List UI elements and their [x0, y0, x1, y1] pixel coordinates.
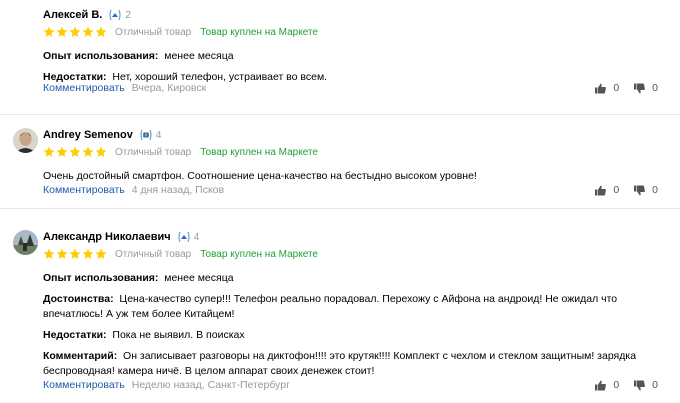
experience-row: Опыт использования: менее месяца	[43, 271, 653, 286]
review-meta: 4 дня назад, Псков	[131, 184, 225, 196]
bought-on-market-label: Товар куплен на Маркете	[200, 248, 318, 260]
like-count: 0	[613, 379, 620, 391]
dislike-button[interactable]: 0	[634, 184, 658, 196]
star-icon	[82, 248, 94, 260]
experience-row: Опыт использования: менее месяца	[43, 49, 653, 64]
experience-value: менее месяца	[164, 272, 234, 284]
pros-label: Достоинства:	[43, 293, 114, 305]
author-name[interactable]: Andrey Semenov	[43, 129, 133, 141]
like-button[interactable]: 0	[595, 82, 619, 94]
plus-badge-icon	[139, 129, 153, 141]
review-content: Алексей В. 2 Отличный товар Товар куплен…	[43, 8, 680, 85]
rating-text: Отличный товар	[115, 248, 192, 260]
like-count: 0	[613, 184, 620, 196]
votes: 0 0	[580, 184, 658, 196]
experience-value: менее месяца	[164, 50, 234, 62]
badge-count: 2	[125, 9, 131, 21]
review-content: Andrey Semenov 4 Отличный товар Товар ку…	[43, 128, 680, 184]
like-count: 0	[613, 82, 620, 94]
comment-label: Комментарий:	[43, 350, 118, 362]
rating-text: Отличный товар	[115, 26, 192, 38]
star-icon	[69, 248, 81, 260]
review-header: Александр Николаевич 4	[43, 230, 680, 244]
cons-value: Пока не выявил. В поисках	[112, 329, 245, 341]
dislike-count: 0	[652, 379, 658, 391]
experience-label: Опыт использования:	[43, 272, 159, 284]
review-divider	[0, 114, 680, 115]
avatar[interactable]	[13, 230, 38, 255]
like-button[interactable]: 0	[595, 379, 619, 391]
star-icon	[43, 26, 55, 38]
author-name[interactable]: Алексей В.	[43, 9, 102, 21]
dislike-count: 0	[652, 184, 658, 196]
badge-count: 4	[193, 231, 200, 243]
thumbs-down-icon	[634, 380, 646, 391]
star-rating	[43, 248, 108, 260]
star-icon	[82, 26, 94, 38]
thumbs-up-icon	[595, 185, 607, 196]
avatar[interactable]	[13, 128, 38, 153]
review-card: Алексей В. 2 Отличный товар Товар куплен…	[0, 0, 680, 116]
review-footer: Комментировать 4 дня назад, Псков 0 0	[43, 183, 680, 197]
bought-on-market-label: Товар куплен на Маркете	[200, 26, 318, 38]
star-icon	[95, 248, 107, 260]
star-icon	[43, 146, 55, 158]
rating-row: Отличный товар Товар куплен на Маркете	[43, 25, 680, 39]
review-content: Александр Николаевич 4 Отличный товар То…	[43, 230, 680, 379]
star-rating	[43, 26, 108, 38]
star-icon	[56, 248, 68, 260]
review-footer: Комментировать Неделю назад, Санкт-Петер…	[43, 378, 680, 392]
pros-row: Достоинства: Цена-качество супер!!! Теле…	[43, 292, 653, 322]
star-icon	[95, 26, 107, 38]
review-meta: Неделю назад, Санкт-Петербург	[131, 379, 290, 391]
like-button[interactable]: 0	[595, 184, 619, 196]
star-rating	[43, 146, 108, 158]
pros-value: Цена-качество супер!!! Телефон реально п…	[43, 293, 618, 320]
rating-row: Отличный товар Товар куплен на Маркете	[43, 247, 680, 261]
review-text: Очень достойный смартфон. Соотношение це…	[43, 170, 477, 182]
author-name[interactable]: Александр Николаевич	[43, 231, 171, 243]
bought-on-market-label: Товар куплен на Маркете	[200, 146, 318, 158]
comment-row: Комментарий: Он записывает разговоры на …	[43, 349, 653, 379]
review-card: Александр Николаевич 4 Отличный товар То…	[0, 210, 680, 403]
thumbs-down-icon	[634, 83, 646, 94]
dislike-button[interactable]: 0	[634, 379, 658, 391]
review-footer: Комментировать Вчера, Кировск 0 0	[43, 81, 680, 95]
votes: 0 0	[580, 82, 658, 94]
star-icon	[43, 248, 55, 260]
star-icon	[82, 146, 94, 158]
rating-row: Отличный товар Товар куплен на Маркете	[43, 145, 680, 159]
thumbs-up-icon	[595, 380, 607, 391]
thumbs-down-icon	[634, 185, 646, 196]
comment-link[interactable]: Комментировать	[43, 379, 125, 391]
dislike-count: 0	[652, 82, 658, 94]
badge-count: 4	[155, 129, 162, 141]
review-header: Andrey Semenov 4	[43, 128, 680, 142]
rating-text: Отличный товар	[115, 146, 192, 158]
cons-label: Недостатки:	[43, 329, 107, 341]
review-header: Алексей В. 2	[43, 8, 680, 22]
review-meta: Вчера, Кировск	[131, 82, 207, 94]
dislike-button[interactable]: 0	[634, 82, 658, 94]
review-divider	[0, 208, 680, 209]
thumbs-up-icon	[595, 83, 607, 94]
star-icon	[69, 26, 81, 38]
comment-link[interactable]: Комментировать	[43, 184, 125, 196]
comment-value: Он записывает разговоры на диктофон!!!! …	[43, 350, 637, 377]
star-icon	[56, 146, 68, 158]
yandex-plus-badge-icon	[108, 9, 122, 21]
star-icon	[69, 146, 81, 158]
review-card: Andrey Semenov 4 Отличный товар Товар ку…	[0, 116, 680, 210]
yandex-plus-badge-icon	[177, 231, 191, 243]
comment-link[interactable]: Комментировать	[43, 82, 125, 94]
votes: 0 0	[580, 379, 658, 391]
experience-label: Опыт использования:	[43, 50, 159, 62]
star-icon	[95, 146, 107, 158]
star-icon	[56, 26, 68, 38]
cons-row: Недостатки: Пока не выявил. В поисках	[43, 328, 653, 343]
